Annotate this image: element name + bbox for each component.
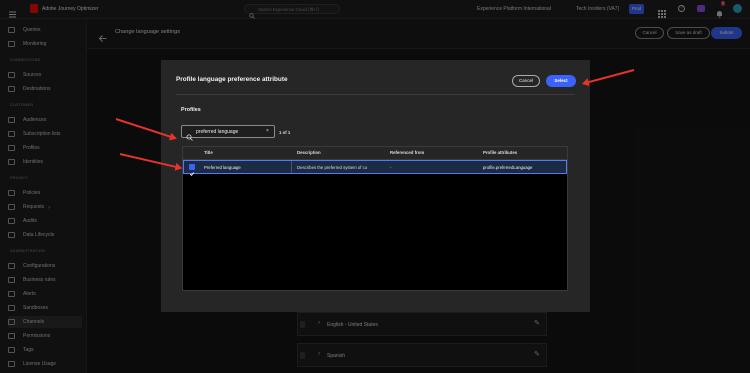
section-title: Profiles <box>181 107 201 113</box>
cell-divider <box>291 161 292 173</box>
attribute-dialog: Profile language preference attribute Ca… <box>161 60 590 312</box>
cell-description: Describes the preferred system of co <box>297 165 368 170</box>
col-header-title[interactable]: Title <box>204 150 213 155</box>
col-header-description[interactable]: Description <box>297 150 321 155</box>
attribute-search-input[interactable]: preferred language × <box>181 125 275 141</box>
dialog-divider <box>176 94 575 95</box>
cell-title: Preferred language <box>204 165 241 170</box>
col-header-profile-attributes[interactable]: Profile attributes <box>483 150 517 155</box>
col-header-referenced-from[interactable]: Referenced from <box>390 150 424 155</box>
attributes-table: Title Description Referenced from Profil… <box>182 146 568 291</box>
table-row[interactable]: Preferred language Describes the preferr… <box>183 160 567 176</box>
select-button[interactable]: Select <box>546 75 576 87</box>
result-count: 1 of 1 <box>279 130 291 135</box>
dialog-title: Profile language preference attribute <box>176 76 288 83</box>
table-header: Title Description Referenced from Profil… <box>183 147 567 160</box>
dialog-cancel-button[interactable]: Cancel <box>512 75 540 87</box>
row-checkbox[interactable] <box>189 164 195 176</box>
cell-profile-attribute: profile.preferredLanguage <box>483 165 533 170</box>
search-value: preferred language <box>196 129 239 135</box>
cell-referenced-from: - <box>390 165 392 170</box>
clear-icon[interactable]: × <box>266 128 269 134</box>
search-icon <box>186 128 193 146</box>
checkmark-icon <box>189 172 195 176</box>
